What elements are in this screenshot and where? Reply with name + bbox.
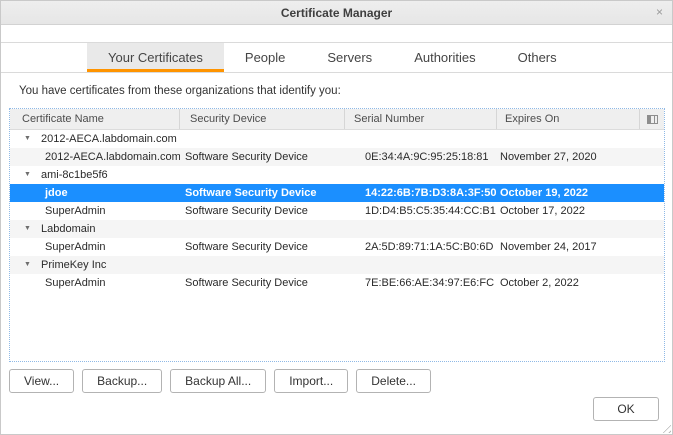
column-header-expires-on[interactable]: Expires On (497, 109, 640, 129)
organization-name: PrimeKey Inc (41, 256, 106, 274)
certificate-row[interactable]: SuperAdminSoftware Security Device7E:BE:… (10, 274, 664, 292)
column-header-serial-number[interactable]: Serial Number (345, 109, 497, 129)
certificate-name-cell: SuperAdmin (10, 238, 180, 256)
column-picker-cell[interactable] (640, 109, 664, 129)
organization-name: 2012-AECA.labdomain.com (41, 130, 177, 148)
certificate-tree[interactable]: Certificate NameSecurity DeviceSerial Nu… (9, 108, 665, 362)
group-row[interactable]: ▼ ami-8c1be5f6 (10, 166, 664, 184)
group-row[interactable]: ▼ Labdomain (10, 220, 664, 238)
expires-on-cell: November 24, 2017 (497, 238, 640, 256)
disclosure-triangle-icon[interactable]: ▼ (24, 166, 34, 184)
certificate-row[interactable]: jdoeSoftware Security Device14:22:6B:7B:… (10, 184, 664, 202)
organization-name: Labdomain (41, 220, 95, 238)
certificate-row[interactable]: 2012-AECA.labdomain.comSoftware Security… (10, 148, 664, 166)
certificate-row[interactable]: SuperAdminSoftware Security Device1D:D4:… (10, 202, 664, 220)
column-picker-icon[interactable] (647, 115, 658, 124)
security-device-cell: Software Security Device (180, 238, 345, 256)
delete-button[interactable]: Delete... (356, 369, 431, 393)
certificate-name-cell: 2012-AECA.labdomain.com (10, 148, 180, 166)
ok-button[interactable]: OK (593, 397, 659, 421)
tab-strip: Your CertificatesPeopleServersAuthoritie… (1, 42, 672, 73)
titlebar: Certificate Manager × (1, 1, 672, 25)
import-button[interactable]: Import... (274, 369, 348, 393)
security-device-cell: Software Security Device (180, 274, 345, 292)
group-row[interactable]: ▼ PrimeKey Inc (10, 256, 664, 274)
table-header: Certificate NameSecurity DeviceSerial Nu… (10, 109, 664, 130)
security-device-cell: Software Security Device (180, 202, 345, 220)
tab-people[interactable]: People (224, 43, 306, 72)
intro-text: You have certificates from these organiz… (19, 85, 341, 97)
tab-your-certificates[interactable]: Your Certificates (87, 43, 224, 72)
group-row[interactable]: ▼ 2012-AECA.labdomain.com (10, 130, 664, 148)
column-header-security-device[interactable]: Security Device (180, 109, 345, 129)
dialog-title: Certificate Manager (281, 6, 392, 20)
tab-others[interactable]: Others (497, 43, 578, 72)
serial-number-cell: 14:22:6B:7B:D3:8A:3F:50 (345, 184, 497, 202)
certificate-name-cell: SuperAdmin (10, 274, 180, 292)
expires-on-cell: October 17, 2022 (497, 202, 640, 220)
disclosure-triangle-icon[interactable]: ▼ (24, 220, 34, 238)
tab-servers[interactable]: Servers (306, 43, 393, 72)
serial-number-cell: 7E:BE:66:AE:34:97:E6:FC (345, 274, 497, 292)
column-header-certificate-name[interactable]: Certificate Name (10, 109, 180, 129)
serial-number-cell: 1D:D4:B5:C5:35:44:CC:B1 (345, 202, 497, 220)
certificate-name-cell: jdoe (10, 184, 180, 202)
backup-all-button[interactable]: Backup All... (170, 369, 266, 393)
disclosure-triangle-icon[interactable]: ▼ (24, 130, 34, 148)
table-body: ▼2012-AECA.labdomain.com2012-AECA.labdom… (10, 130, 664, 292)
serial-number-cell: 2A:5D:89:71:1A:5C:B0:6D (345, 238, 497, 256)
expires-on-cell: November 27, 2020 (497, 148, 640, 166)
disclosure-triangle-icon[interactable]: ▼ (24, 256, 34, 274)
organization-name: ami-8c1be5f6 (41, 166, 108, 184)
tab-authorities[interactable]: Authorities (393, 43, 496, 72)
resize-grip-icon[interactable] (659, 421, 671, 433)
view-button[interactable]: View... (9, 369, 74, 393)
serial-number-cell: 0E:34:4A:9C:95:25:18:81 (345, 148, 497, 166)
certificate-name-cell: SuperAdmin (10, 202, 180, 220)
security-device-cell: Software Security Device (180, 148, 345, 166)
certificate-manager-dialog: Certificate Manager × Your CertificatesP… (0, 0, 673, 435)
expires-on-cell: October 19, 2022 (497, 184, 640, 202)
action-button-row: View... Backup... Backup All... Import... De… (9, 369, 431, 393)
expires-on-cell: October 2, 2022 (497, 274, 640, 292)
security-device-cell: Software Security Device (180, 184, 345, 202)
backup-button[interactable]: Backup... (82, 369, 162, 393)
certificate-row[interactable]: SuperAdminSoftware Security Device2A:5D:… (10, 238, 664, 256)
close-icon[interactable]: × (656, 1, 663, 24)
